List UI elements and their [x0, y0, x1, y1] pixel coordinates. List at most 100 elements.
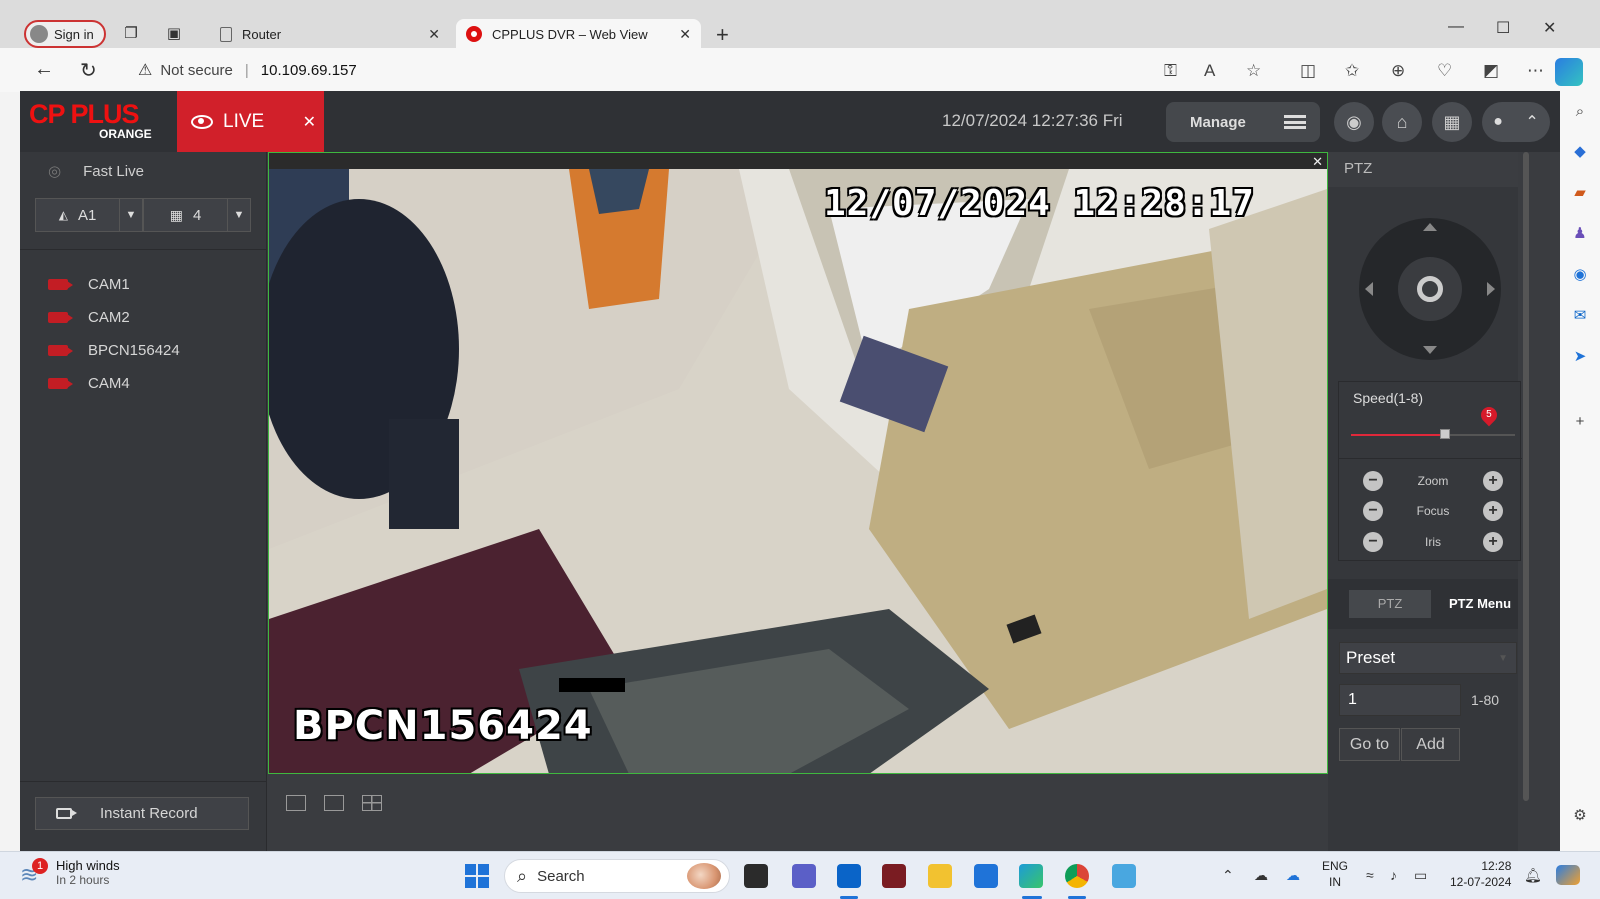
- add-preset-button[interactable]: Add: [1401, 728, 1460, 761]
- chevron-up-icon[interactable]: ⌃: [1222, 867, 1234, 884]
- tab-ptz-menu[interactable]: PTZ Menu: [1442, 590, 1518, 618]
- tab-router[interactable]: Router ✕: [210, 19, 450, 49]
- speed-slider[interactable]: 5: [1351, 403, 1515, 439]
- store-icon[interactable]: [974, 864, 998, 888]
- language-indicator[interactable]: ENG IN: [1322, 858, 1348, 890]
- fast-live-toggle[interactable]: ◎ Fast Live: [48, 162, 144, 181]
- windows-start-icon[interactable]: [465, 864, 489, 888]
- live-video-window[interactable]: ✕ 12/07/2024 12:28:17 BPCN156424: [268, 152, 1328, 774]
- ptz-auto-button[interactable]: [1417, 276, 1443, 302]
- fit-screen-icon[interactable]: [286, 795, 306, 811]
- volume-icon[interactable]: ♪: [1390, 867, 1397, 883]
- browser-essentials-icon[interactable]: ♡: [1437, 61, 1452, 81]
- settings-gear-icon[interactable]: ⚙: [1571, 807, 1589, 825]
- new-tab-plus-icon[interactable]: +: [716, 22, 729, 48]
- onedrive-cloud-icon[interactable]: ☁: [1254, 867, 1268, 884]
- battery-icon[interactable]: ▭: [1414, 867, 1427, 884]
- channel-group-select[interactable]: ◭ A1 ▼: [35, 198, 143, 232]
- read-aloud-icon[interactable]: A: [1204, 61, 1215, 81]
- workspaces-icon[interactable]: ❐: [121, 24, 141, 44]
- security-label[interactable]: Not secure: [160, 62, 233, 79]
- key-icon[interactable]: ⚿: [1164, 61, 1177, 81]
- quad-view-icon[interactable]: [362, 795, 382, 811]
- iris-plus-button[interactable]: +: [1483, 532, 1503, 552]
- weather-widget[interactable]: 1 High winds In 2 hours: [20, 857, 120, 887]
- live-view-eye-button[interactable]: ◉: [1334, 102, 1374, 142]
- warning-triangle-icon[interactable]: ⚠: [138, 60, 152, 80]
- tab-actions-icon[interactable]: ▣: [164, 24, 184, 44]
- focus-minus-button[interactable]: −: [1363, 501, 1383, 521]
- iris-minus-button[interactable]: −: [1363, 532, 1383, 552]
- zoom-out-button[interactable]: −: [1363, 471, 1383, 491]
- camera-item-bpcn156424[interactable]: BPCN156424: [48, 334, 180, 367]
- close-tab-icon[interactable]: ✕: [428, 26, 440, 43]
- address-bar[interactable]: ⚠ Not secure | 10.109.69.157: [120, 54, 1220, 86]
- edge-browser-icon[interactable]: [1019, 864, 1043, 888]
- camera-item-cam2[interactable]: CAM2: [48, 301, 180, 334]
- layout-split-select[interactable]: ▦ 4 ▼: [143, 198, 251, 232]
- preset-type-select[interactable]: Preset ▼: [1339, 642, 1517, 674]
- close-window-icon[interactable]: ✕: [1543, 18, 1556, 38]
- back-arrow-icon[interactable]: ←: [34, 58, 54, 81]
- manage-button[interactable]: Manage: [1166, 102, 1320, 142]
- app-icon[interactable]: [1112, 864, 1136, 888]
- preset-number-input[interactable]: 1: [1339, 684, 1461, 716]
- chevron-down-icon[interactable]: ▼: [228, 209, 250, 221]
- microsoft-365-icon[interactable]: ◉: [1571, 266, 1589, 284]
- app-icon[interactable]: [882, 864, 906, 888]
- arrow-up-icon[interactable]: [1423, 223, 1437, 231]
- close-video-icon[interactable]: ✕: [1312, 154, 1323, 170]
- arrow-down-icon[interactable]: [1423, 346, 1437, 354]
- close-live-tab-icon[interactable]: ✕: [303, 112, 316, 132]
- games-icon[interactable]: ♟: [1571, 225, 1589, 243]
- edge-feature-icon[interactable]: ◩: [1483, 61, 1499, 81]
- single-view-icon[interactable]: [324, 795, 344, 811]
- arrow-right-icon[interactable]: [1487, 282, 1495, 296]
- shopping-tag-icon[interactable]: ◆: [1571, 143, 1589, 161]
- tools-icon[interactable]: ▰: [1571, 184, 1589, 202]
- zoom-in-button[interactable]: +: [1483, 471, 1503, 491]
- camera-item-cam4[interactable]: CAM4: [48, 367, 180, 400]
- user-menu-button[interactable]: ● ⌃: [1482, 102, 1550, 142]
- instant-record-button[interactable]: Instant Record: [35, 797, 249, 830]
- search-icon[interactable]: ⌕: [1571, 103, 1589, 121]
- close-tab-icon[interactable]: ✕: [679, 26, 691, 43]
- favorite-star-icon[interactable]: ☆: [1246, 61, 1261, 81]
- taskbar-search[interactable]: ⌕ Search: [504, 859, 730, 893]
- refresh-icon[interactable]: ↻: [80, 58, 97, 83]
- chevron-down-icon[interactable]: ▼: [120, 209, 142, 221]
- camera-item-cam1[interactable]: CAM1: [48, 268, 180, 301]
- minimize-icon[interactable]: —: [1448, 18, 1464, 36]
- teams-icon[interactable]: [792, 864, 816, 888]
- outlook-app-icon[interactable]: [837, 864, 861, 888]
- home-button[interactable]: ⌂: [1382, 102, 1422, 142]
- notification-bell-icon[interactable]: 🔔︎: [1524, 867, 1542, 884]
- collections-icon[interactable]: ⊕: [1391, 61, 1405, 81]
- maximize-icon[interactable]: ☐: [1496, 18, 1510, 38]
- cloud-sync-icon[interactable]: ☁: [1286, 867, 1300, 884]
- split-screen-icon[interactable]: ◫: [1300, 61, 1316, 81]
- copilot-icon[interactable]: [1555, 58, 1583, 86]
- ptz-direction-pad[interactable]: [1359, 218, 1501, 360]
- wifi-icon[interactable]: ≈: [1366, 867, 1374, 883]
- more-options-icon[interactable]: ⋯: [1527, 61, 1544, 81]
- copilot-taskbar-icon[interactable]: [1556, 865, 1580, 885]
- arrow-left-icon[interactable]: [1365, 282, 1373, 296]
- tab-ptz[interactable]: PTZ: [1349, 590, 1431, 618]
- add-icon[interactable]: +: [1571, 413, 1589, 431]
- ptz-scrollbar[interactable]: [1523, 152, 1529, 801]
- url-text[interactable]: 10.109.69.157: [261, 62, 357, 79]
- outlook-icon[interactable]: ✉: [1571, 307, 1589, 325]
- focus-plus-button[interactable]: +: [1483, 501, 1503, 521]
- chrome-icon[interactable]: [1065, 864, 1089, 888]
- send-icon[interactable]: ➤: [1571, 348, 1589, 366]
- favorites-icon[interactable]: ✩: [1345, 61, 1359, 81]
- goto-preset-button[interactable]: Go to: [1339, 728, 1400, 761]
- live-tab[interactable]: LIVE ✕: [177, 91, 324, 152]
- apps-grid-button[interactable]: ▦: [1432, 102, 1472, 142]
- task-view-icon[interactable]: [744, 864, 768, 888]
- speed-slider-handle[interactable]: [1440, 429, 1450, 439]
- tab-cpplus-dvr[interactable]: CPPLUS DVR – Web View ✕: [456, 19, 701, 49]
- profile-signin-button[interactable]: Sign in: [24, 20, 106, 48]
- taskbar-clock[interactable]: 12:28 12-07-2024: [1450, 858, 1511, 890]
